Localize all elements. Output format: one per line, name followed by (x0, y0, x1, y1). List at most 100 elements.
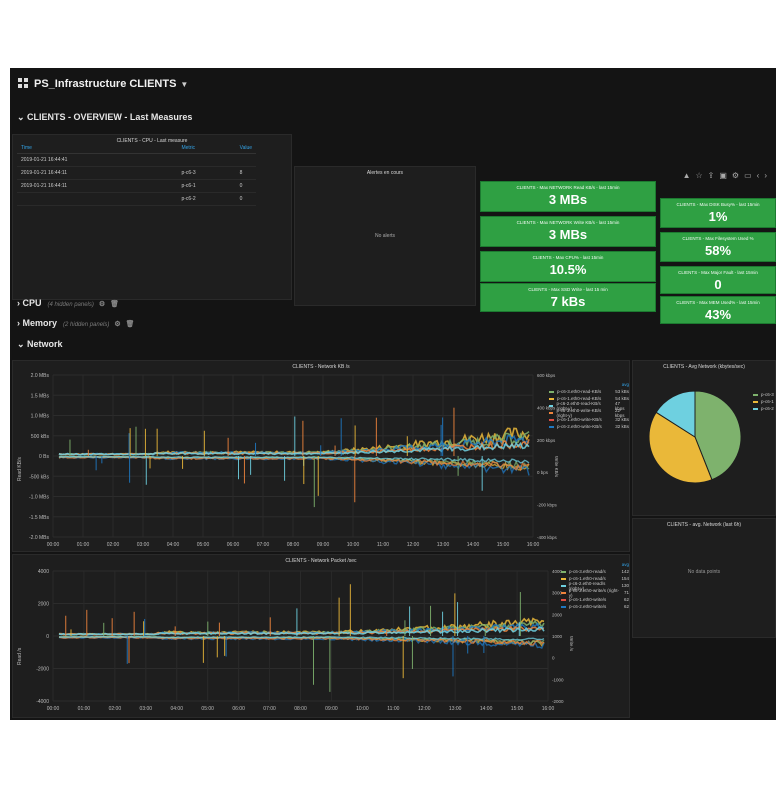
x-tick-label: 01:00 (77, 542, 90, 548)
row-memory[interactable]: › Memory (2 hidden panels) ⚙ 🗑 (17, 318, 135, 328)
trash-icon[interactable]: 🗑 (126, 321, 135, 328)
share-icon[interactable]: ⇪ (708, 171, 720, 180)
legend-item[interactable]: p-c6-3.eth0-read-KB/s 53 kBs (549, 388, 629, 395)
x-tick-label: 12:00 (418, 706, 431, 712)
col-time[interactable]: Time (17, 143, 72, 154)
x-tick-label: 09:00 (317, 542, 330, 548)
stat-ssd-write[interactable]: CLIENTS - Max SSD Write - last 15 min 7 k… (480, 283, 656, 312)
cpu-table: Time Metric Value 2019-01-21 16:44:41 20… (17, 143, 257, 206)
legend-item[interactable]: p-c6-3.eth0-write/s (right-y) 71 (561, 587, 629, 598)
x-tick-label: 01:00 (78, 706, 91, 712)
legend-swatch (549, 425, 554, 428)
x-tick-label: 03:00 (137, 542, 150, 548)
legend-swatch (549, 390, 554, 393)
y-tick-label: -4000 (36, 699, 49, 705)
row-cpu[interactable]: › CPU (4 hidden panels) ⚙ 🗑 (17, 298, 119, 308)
right-tick-label: 200 kbps (537, 438, 556, 443)
x-tick-label: 04:00 (170, 706, 183, 712)
legend-item[interactable]: p-c6-1.eth0-write-KB/s 32 kBs (549, 416, 629, 423)
chevron-down-icon: ⌄ (17, 112, 28, 122)
legend-swatch (561, 584, 566, 587)
stat-cpu[interactable]: CLIENTS - Max CPU% - last 15min 10.5% (480, 251, 656, 282)
legend-header: avg (621, 382, 629, 387)
legend-item[interactable]: p-c6-2 (753, 405, 774, 412)
right-tick-label: 2000 (552, 612, 563, 617)
y-tick-label: 2.0 MBs (31, 373, 50, 379)
legend-value: 32 kBs (615, 417, 629, 422)
stat-net-write[interactable]: CLIENTS - Max NETWORK Write KB/s - last … (480, 216, 656, 247)
table-row: p-c6-2 0 (17, 192, 257, 206)
y-tick-label: -2000 (36, 667, 49, 673)
x-tick-label: 06:00 (232, 706, 245, 712)
stat-net-read[interactable]: CLIENTS - Max NETWORK Read KB/s - last 1… (480, 181, 656, 212)
right-tick-label: -2000 (552, 699, 564, 704)
x-tick-label: 04:00 (167, 542, 180, 548)
right-tick-label: -1000 (552, 677, 564, 682)
trash-icon[interactable]: 🗑 (110, 301, 119, 308)
stat-disk-busy[interactable]: CLIENTS - Max DISK Busy% - last 15min 1% (660, 198, 776, 228)
x-tick-label: 00:00 (47, 706, 60, 712)
legend-value: 53 kBs (615, 389, 629, 394)
save-icon[interactable]: ▣ (719, 171, 732, 180)
legend-swatch (549, 404, 554, 407)
chevron-down-icon[interactable]: ▼ (180, 80, 188, 89)
legend-value: 22 kbps (615, 407, 625, 418)
network-kb-panel: CLIENTS - Network KB /s Read KB/s 2.0 MB… (12, 360, 630, 552)
row-overview[interactable]: ⌄ CLIENTS - OVERVIEW - Last Measures (17, 112, 192, 123)
x-tick-label: 08:00 (287, 542, 300, 548)
legend-swatch (561, 605, 566, 608)
cpu-last-measure-panel: CLIENTS - CPU - Last measure Time Metric… (12, 134, 292, 300)
x-tick-label: 09:00 (325, 706, 338, 712)
x-tick-label: 06:00 (227, 542, 240, 548)
x-tick-label: 02:00 (107, 542, 120, 548)
stat-major-fault[interactable]: CLIENTS - Max Major Fault - last 15min 0 (660, 266, 776, 294)
col-value[interactable]: Value (199, 143, 257, 154)
gear-icon[interactable]: ⚙ (99, 301, 105, 308)
row-network[interactable]: ⌄ Network (17, 339, 63, 350)
row-memory-label: Memory (22, 318, 58, 328)
legend-item[interactable]: p-c6-3 (753, 391, 774, 398)
legend-name: p-c6-2.eth0-write-KB/s (557, 424, 602, 429)
legend-item[interactable]: p-c6-3.eth0-read/s 142 (561, 568, 629, 575)
dashboard-title[interactable]: PS_Infrastructure CLIENTS ▼ (18, 78, 188, 90)
legend-item[interactable]: p-c6-1 (753, 398, 774, 405)
row-cpu-label: CPU (22, 298, 42, 308)
stat-mem-used[interactable]: CLIENTS - Max MEM Used% - last 15min 43% (660, 296, 776, 324)
x-tick-label: 15:00 (511, 706, 524, 712)
settings-icon[interactable]: ⚙ (732, 171, 744, 180)
legend-item[interactable]: p-c6-3.eth0-write-KB/s (right-y) 22 kbps (549, 407, 629, 418)
y-tick-label: 4000 (38, 569, 49, 575)
legend-name: p-c6-1.eth0-write-KB/s (557, 417, 602, 422)
gear-icon[interactable]: ⚙ (114, 321, 120, 328)
add-panel-icon[interactable]: ▲ (683, 171, 696, 180)
x-tick-label: 02:00 (109, 706, 122, 712)
pie-legend: p-c6-3 p-c6-1 p-c6-2 (753, 391, 774, 412)
x-tick-label: 07:00 (257, 542, 270, 548)
legend-value: 71 (623, 590, 629, 595)
legend-value: 154 (621, 576, 629, 581)
legend-name: p-c6-3.eth0-read-KB/s (557, 389, 602, 394)
x-tick-label: 00:00 (47, 542, 60, 548)
stat-fs-used[interactable]: CLIENTS - Max Filesystem Used % 58% (660, 232, 776, 262)
y-tick-label: 0 Bs (39, 454, 50, 460)
tv-mode-icon[interactable]: ▭ (744, 171, 757, 180)
legend-value: 142 (621, 569, 629, 574)
row-memory-hint: (2 hidden panels) (63, 322, 110, 328)
legend-swatch (561, 577, 566, 580)
dashboard-screen: PS_Infrastructure CLIENTS ▼ ⌄ CLIENTS - O… (10, 68, 776, 720)
y-tick-label: 500 kBs (31, 434, 50, 440)
network-packet-panel: CLIENTS - Network Packet /sec Read /s 40… (12, 554, 630, 718)
legend-name: p-c6-3.eth0-write/s (right-y) (568, 587, 620, 598)
legend-item[interactable]: p-c6-2.eth0-write-KB/s 32 kBs (549, 423, 629, 430)
col-metric[interactable]: Metric (71, 143, 200, 154)
star-icon[interactable]: ☆ (695, 171, 707, 180)
row-overview-label: CLIENTS - OVERVIEW - Last Measures (27, 112, 193, 122)
legend-item[interactable]: p-c6-2.eth0-write/s 62 (561, 603, 629, 610)
time-forward-icon[interactable]: › (764, 171, 772, 180)
legend-name: p-c6-3.eth0-write-KB/s (right-y) (556, 407, 602, 418)
x-tick-label: 15:00 (497, 542, 510, 548)
table-row: 2019-01-21 16:44:11 p-c6-1 0 (17, 179, 257, 193)
y-tick-label: -1.0 MBs (29, 495, 50, 501)
x-tick-label: 14:00 (480, 706, 493, 712)
right-tick-label: 1000 (552, 634, 563, 639)
